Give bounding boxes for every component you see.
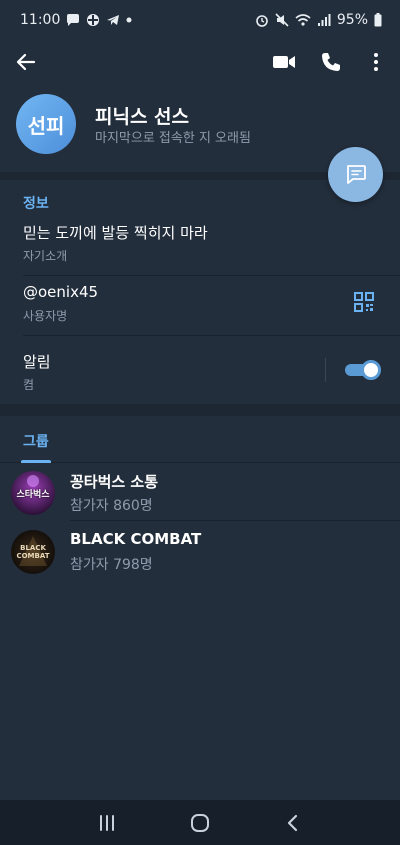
group-avatar: 스타벅스 <box>11 471 55 515</box>
message-icon <box>66 13 80 27</box>
battery-percent: 95% <box>336 12 368 28</box>
more-vert-icon <box>374 53 378 71</box>
notifications-text: 알림 <box>23 353 51 371</box>
qr-code-button[interactable] <box>353 291 377 315</box>
telegram-icon <box>106 13 120 27</box>
divider <box>23 335 400 336</box>
home-icon <box>190 813 209 832</box>
username-label: 사용자명 <box>23 309 68 323</box>
info-section-title: 정보 <box>23 196 49 212</box>
group-avatar-text: BLACK COMBAT <box>16 544 50 560</box>
group-name: BLACK COMBAT <box>70 530 202 548</box>
group-item[interactable]: BLACK COMBAT BLACK COMBAT 참가자 798명 <box>0 522 400 580</box>
bio-label: 자기소개 <box>23 249 68 263</box>
battery-icon <box>374 13 382 27</box>
cross-icon <box>86 13 100 27</box>
signal-icon <box>317 13 331 27</box>
system-nav-bar <box>0 800 400 845</box>
group-member-count: 참가자 798명 <box>70 557 153 573</box>
group-avatar-text: 스타벅스 <box>16 489 50 500</box>
home-button[interactable] <box>180 808 220 838</box>
back-icon <box>288 814 298 831</box>
notifications-status: 켬 <box>23 378 35 392</box>
arrow-left-icon <box>16 53 36 71</box>
group-avatar: BLACK COMBAT <box>11 530 55 574</box>
wifi-icon <box>295 13 311 27</box>
toggle-knob <box>361 360 381 380</box>
mute-icon <box>275 13 289 27</box>
tab-groups[interactable]: 그룹 <box>0 416 400 463</box>
video-call-icon <box>273 56 295 68</box>
notifications-toggle[interactable] <box>345 360 381 380</box>
more-options-button[interactable] <box>364 50 388 74</box>
group-name: 꽁타벅스 소통 <box>70 473 159 491</box>
last-seen-status: 마지막으로 접속한 지 오래됨 <box>95 131 251 146</box>
video-call-button[interactable] <box>272 50 296 74</box>
nav-back-button[interactable] <box>273 808 313 838</box>
phone-call-icon <box>322 53 340 71</box>
groups-section: 그룹 스타벅스 꽁타벅스 소통 참가자 860명 BLACK COMBAT BL… <box>0 416 400 801</box>
group-member-count: 참가자 860명 <box>70 498 153 514</box>
group-item[interactable]: 스타벅스 꽁타벅스 소통 참가자 860명 <box>0 463 400 521</box>
profile-name: 피닉스 선스 <box>95 106 190 128</box>
vertical-separator <box>325 358 326 382</box>
status-bar: 11:00 95% <box>0 0 400 40</box>
divider <box>70 520 400 521</box>
send-message-button[interactable] <box>328 147 383 202</box>
divider <box>23 275 400 276</box>
status-left: 11:00 <box>20 12 132 28</box>
recent-apps-icon <box>99 814 114 831</box>
avatar[interactable]: 선피 <box>16 94 76 154</box>
username-text: @oenix45 <box>23 283 99 301</box>
tab-groups-label: 그룹 <box>23 434 49 450</box>
alarm-icon <box>255 13 269 27</box>
info-section: 정보 믿는 도끼에 발등 찍히지 마라 자기소개 @oenix45 사용자명 알… <box>0 180 400 404</box>
status-right: 95% <box>255 12 382 28</box>
dot-icon <box>126 17 132 23</box>
status-time: 11:00 <box>20 12 61 28</box>
message-icon <box>346 164 366 184</box>
back-button[interactable] <box>14 50 38 74</box>
qr-code-icon <box>354 292 374 312</box>
recent-apps-button[interactable] <box>87 808 127 838</box>
phone-call-button[interactable] <box>319 50 343 74</box>
bio-text: 믿는 도끼에 발등 찍히지 마라 <box>23 224 208 242</box>
avatar-initials: 선피 <box>27 113 65 138</box>
